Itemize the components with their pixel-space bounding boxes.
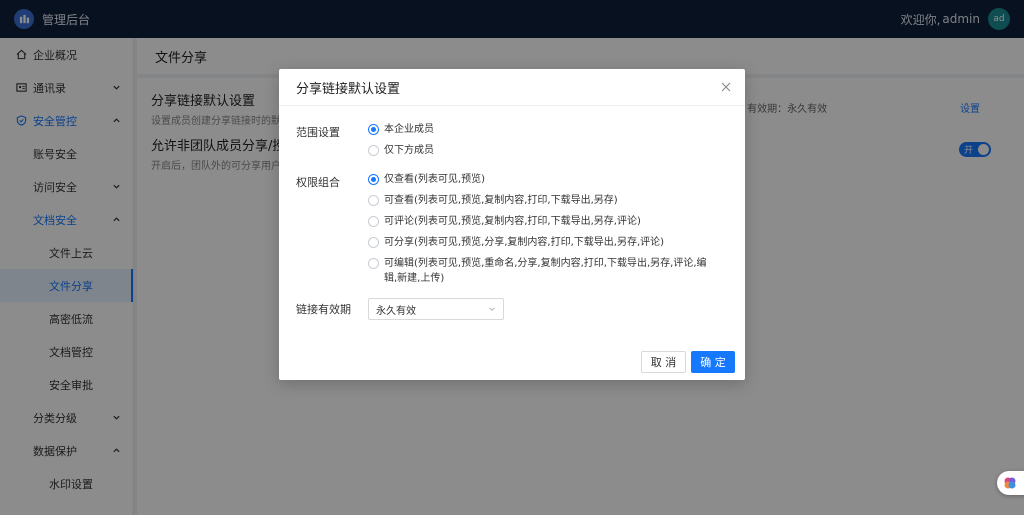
dialog-title: 分享链接默认设置 <box>279 69 745 106</box>
scope-option-company[interactable]: 本企业成员 <box>368 122 708 137</box>
confirm-button[interactable]: 确 定 <box>691 351 735 373</box>
radio-checked-icon <box>368 174 379 185</box>
permission-option-edit[interactable]: 可编辑(列表可见,预览,重命名,分享,复制内容,打印,下载导出,另存,评论,编辑… <box>368 256 708 286</box>
expiry-value: 永久有效 <box>376 305 416 317</box>
radio-label: 可分享(列表可见,预览,分享,复制内容,打印,下载导出,另存,评论) <box>384 237 665 248</box>
radio-icon <box>368 216 379 227</box>
radio-icon <box>368 145 379 156</box>
scope-label: 范围设置 <box>296 126 340 139</box>
permission-option-share[interactable]: 可分享(列表可见,预览,分享,复制内容,打印,下载导出,另存,评论) <box>368 235 708 250</box>
radio-icon <box>368 195 379 206</box>
share-link-settings-dialog: 分享链接默认设置 范围设置 本企业成员 仅下方成员 权限组合 仅查看(列表可见,… <box>279 69 745 380</box>
close-icon <box>721 82 731 92</box>
permission-label: 权限组合 <box>296 176 340 189</box>
permission-option-comment[interactable]: 可评论(列表可见,预览,复制内容,打印,下载导出,另存,评论) <box>368 214 708 229</box>
radio-checked-icon <box>368 124 379 135</box>
radio-icon <box>368 258 379 269</box>
close-button[interactable] <box>719 80 733 94</box>
radio-label: 可查看(列表可见,预览,复制内容,打印,下载导出,另存) <box>384 195 618 206</box>
radio-icon <box>368 237 379 248</box>
expiry-select[interactable]: 永久有效 <box>368 298 504 320</box>
permission-option-view-only[interactable]: 仅查看(列表可见,预览) <box>368 172 708 187</box>
radio-label: 本企业成员 <box>384 124 434 135</box>
radio-label: 可评论(列表可见,预览,复制内容,打印,下载导出,另存,评论) <box>384 216 641 227</box>
radio-label: 可编辑(列表可见,预览,重命名,分享,复制内容,打印,下载导出,另存,评论,编辑… <box>384 258 707 284</box>
brain-icon <box>1004 477 1016 489</box>
radio-label: 仅下方成员 <box>384 145 434 156</box>
permission-option-view[interactable]: 可查看(列表可见,预览,复制内容,打印,下载导出,另存) <box>368 193 708 208</box>
cancel-button[interactable]: 取 消 <box>641 351 686 373</box>
assistant-widget[interactable] <box>997 471 1024 495</box>
scope-option-members-below[interactable]: 仅下方成员 <box>368 143 708 158</box>
chevron-down-icon <box>488 305 496 313</box>
expiry-label: 链接有效期 <box>296 303 351 316</box>
radio-label: 仅查看(列表可见,预览) <box>384 174 485 185</box>
